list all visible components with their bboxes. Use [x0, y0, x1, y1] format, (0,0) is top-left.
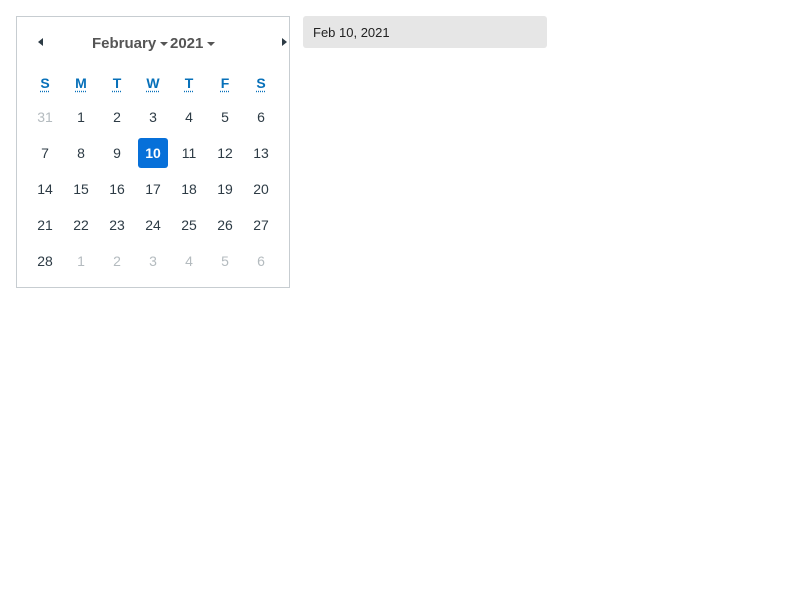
calendar-header: February 2021	[17, 17, 289, 67]
day-cell[interactable]: 3	[135, 99, 171, 135]
day-number: 9	[113, 145, 121, 161]
day-cell[interactable]: 14	[27, 171, 63, 207]
day-number: 6	[257, 109, 265, 125]
day-number: 2	[113, 253, 121, 269]
day-cell[interactable]: 6	[243, 99, 279, 135]
day-cell[interactable]: 24	[135, 207, 171, 243]
day-cell[interactable]: 11	[171, 135, 207, 171]
day-cell[interactable]: 7	[27, 135, 63, 171]
day-cell[interactable]: 6	[243, 243, 279, 279]
day-cell[interactable]: 9	[99, 135, 135, 171]
day-number: 2	[113, 109, 121, 125]
day-number: 18	[181, 181, 197, 197]
day-cell[interactable]: 26	[207, 207, 243, 243]
day-number: 3	[149, 253, 157, 269]
day-number: 27	[253, 217, 269, 233]
day-cell[interactable]: 25	[171, 207, 207, 243]
day-number: 15	[73, 181, 89, 197]
day-number: 1	[77, 109, 85, 125]
day-cell[interactable]: 5	[207, 243, 243, 279]
month-select[interactable]: February	[92, 33, 169, 53]
day-number: 14	[37, 181, 53, 197]
day-cell[interactable]: 12	[207, 135, 243, 171]
day-cell[interactable]: 17	[135, 171, 171, 207]
day-cell[interactable]: 21	[27, 207, 63, 243]
weekday-header-row: SMTWTFS	[27, 75, 279, 91]
day-number: 5	[221, 109, 229, 125]
month-select-label: February	[92, 34, 157, 52]
day-cell[interactable]: 8	[63, 135, 99, 171]
day-cell[interactable]: 2	[99, 243, 135, 279]
day-number: 7	[41, 145, 49, 161]
year-select[interactable]: 2021	[170, 33, 216, 53]
day-number: 8	[77, 145, 85, 161]
day-number: 13	[253, 145, 269, 161]
day-number: 11	[181, 145, 197, 161]
day-cell[interactable]: 19	[207, 171, 243, 207]
day-number: 24	[145, 217, 161, 233]
triangle-right-icon	[281, 38, 287, 46]
day-cell[interactable]: 5	[207, 99, 243, 135]
day-number: 23	[109, 217, 125, 233]
day-number: 3	[149, 109, 157, 125]
day-cell[interactable]: 15	[63, 171, 99, 207]
day-number: 28	[37, 253, 53, 269]
triangle-left-icon	[37, 38, 43, 46]
day-cell[interactable]: 22	[63, 207, 99, 243]
day-cell[interactable]: 13	[243, 135, 279, 171]
calendar-popup: February 2021 SMTWTFS 31 1 2 3 4 5 6 7 8 9 10 11 12 1…	[16, 16, 290, 288]
day-cell[interactable]: 27	[243, 207, 279, 243]
day-number: 5	[221, 253, 229, 269]
day-number: 22	[73, 217, 89, 233]
day-number: 6	[257, 253, 265, 269]
weekday-label: S	[40, 75, 50, 91]
day-grid: 31 1 2 3 4 5 6 7 8 9 10 11 12 13 14 15 16 17 18 19 20 21 22 23 2…	[27, 99, 279, 279]
weekday-label: F	[220, 75, 230, 91]
weekday-label: S	[256, 75, 266, 91]
day-number: 4	[185, 253, 193, 269]
weekday-label: M	[75, 75, 87, 91]
day-number: 31	[37, 109, 53, 125]
day-number: 16	[109, 181, 125, 197]
caret-down-icon	[207, 41, 216, 46]
day-cell[interactable]: 3	[135, 243, 171, 279]
day-cell[interactable]: 1	[63, 243, 99, 279]
day-number: 1	[77, 253, 85, 269]
day-cell[interactable]: 4	[171, 99, 207, 135]
day-cell[interactable]: 28	[27, 243, 63, 279]
day-cell[interactable]: 16	[99, 171, 135, 207]
day-cell[interactable]: 4	[171, 243, 207, 279]
day-cell[interactable]: 20	[243, 171, 279, 207]
caret-down-icon	[160, 41, 169, 46]
weekday-label: T	[112, 75, 122, 91]
day-number: 19	[217, 181, 233, 197]
day-number: 10	[138, 138, 168, 168]
day-cell[interactable]: 18	[171, 171, 207, 207]
day-cell-selected[interactable]: 10	[135, 135, 171, 171]
next-month-button[interactable]	[273, 33, 295, 51]
day-number: 17	[145, 181, 161, 197]
day-number: 20	[253, 181, 269, 197]
prev-month-button[interactable]	[29, 33, 51, 51]
date-input[interactable]	[303, 16, 547, 48]
day-cell[interactable]: 31	[27, 99, 63, 135]
day-number: 25	[181, 217, 197, 233]
day-number: 21	[37, 217, 53, 233]
day-number: 4	[185, 109, 193, 125]
day-number: 12	[217, 145, 233, 161]
year-select-label: 2021	[170, 34, 204, 52]
day-cell[interactable]: 1	[63, 99, 99, 135]
weekday-label: T	[184, 75, 194, 91]
day-cell[interactable]: 2	[99, 99, 135, 135]
day-number: 26	[217, 217, 233, 233]
day-cell[interactable]: 23	[99, 207, 135, 243]
weekday-label: W	[146, 75, 160, 91]
